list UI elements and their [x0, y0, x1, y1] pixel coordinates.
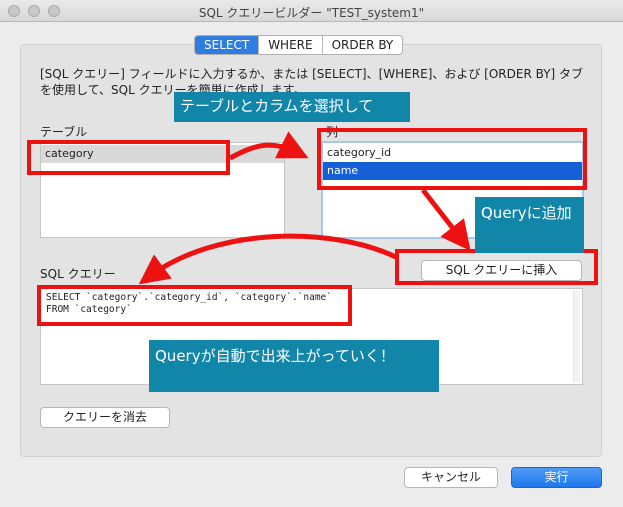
table-highlight-box [27, 140, 230, 175]
title-bar: SQL クエリービルダー "TEST_system1" [0, 0, 623, 22]
tab-select[interactable]: SELECT [195, 36, 260, 54]
tables-label: テーブル [40, 125, 88, 139]
sql-scrollbar[interactable] [573, 291, 580, 382]
insert-highlight-box [395, 249, 598, 285]
window-title: SQL クエリービルダー "TEST_system1" [198, 6, 425, 20]
callout-add: Queryに追加 [475, 197, 584, 253]
columns-highlight-box [317, 128, 587, 190]
run-button[interactable]: 実行 [511, 467, 602, 488]
callout-auto: Queryが自動で出来上がっていく！ [149, 340, 439, 392]
clear-query-button[interactable]: クエリーを消去 [40, 407, 170, 428]
sql-highlight-box [37, 285, 352, 326]
sql-query-label: SQL クエリー [40, 267, 116, 281]
callout-select: テーブルとカラムを選択して [174, 92, 410, 122]
tab-where[interactable]: WHERE [259, 36, 323, 54]
tab-order-by[interactable]: ORDER BY [323, 36, 403, 54]
tab-bar: SELECT WHERE ORDER BY [194, 35, 404, 55]
cancel-button[interactable]: キャンセル [404, 467, 498, 488]
